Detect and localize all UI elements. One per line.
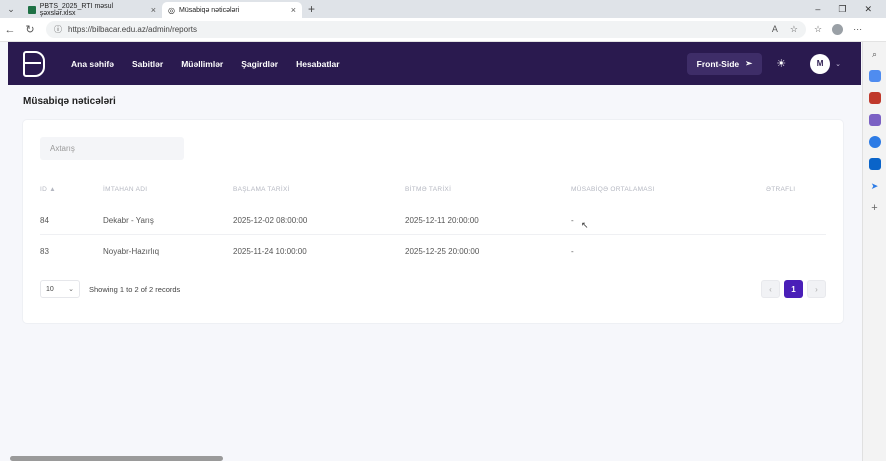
page-title: Müsabiqə nəticələri [23,96,116,107]
more-menu-icon[interactable]: ⋯ [853,24,862,35]
logo[interactable] [23,50,45,77]
front-side-label: Front-Side [696,58,740,69]
tab-title: Müsabiqə nəticələri [178,6,240,14]
menu-item-teachers[interactable]: Müəllimlər [181,59,223,69]
cell-exam-name: Dekabr - Yarış [103,216,154,225]
app-navbar: Ana səhifə Sabitlər Müəllimlər Şagirdlər… [8,42,861,85]
search-icon[interactable]: ⌕ [869,48,881,60]
close-icon[interactable]: × [291,5,296,15]
next-page-button[interactable]: › [807,280,826,298]
chevron-down-icon: ⌄ [68,286,74,293]
column-header-exam-name[interactable]: İMTAHAN ADI [103,186,147,193]
url-field[interactable]: ⓘ https://bilbacar.edu.az/admin/reports … [46,21,806,38]
favorites-icon[interactable]: ☆ [814,24,822,35]
address-bar: ← ↻ ⓘ https://bilbacar.edu.az/admin/repo… [0,18,886,42]
site-info-icon[interactable]: ⓘ [54,24,62,35]
column-header-start-date[interactable]: BAŞLAMA TARİXİ [233,186,290,193]
avatar[interactable]: M [810,53,831,74]
new-tab-icon[interactable]: + [308,2,315,18]
browser-toolbar: ☆ ⋯ [814,24,862,35]
cell-start-date: 2025-11-24 10:00:00 [233,247,307,256]
tab-list-chevron-icon[interactable]: ⌄ [0,0,22,18]
results-card: ID ▲ İMTAHAN ADI BAŞLAMA TARİXİ BİTMƏ TA… [23,120,843,323]
reload-icon[interactable]: ↻ [20,23,40,36]
search-input[interactable] [40,137,184,160]
excel-icon [28,6,36,14]
paper-plane-icon: ➢ [745,58,753,68]
send-icon[interactable]: ➤ [869,180,881,192]
page-size-value: 10 [46,285,54,293]
tag-icon[interactable] [868,70,881,82]
globe-icon: ◎ [168,5,175,15]
column-header-details[interactable]: ƏTRAFLI [766,186,795,193]
tab-title: PBTS_2025_RTI məsul şəxslər.xlsx [39,3,114,17]
cell-id: 84 [40,216,49,225]
close-icon[interactable]: × [151,5,156,15]
mouse-cursor-icon: ↖ [581,220,589,230]
cell-start-date: 2025-12-02 08:00:00 [233,216,308,225]
favorite-star-icon[interactable]: ☆ [790,24,798,35]
minimize-icon[interactable]: – [815,4,820,14]
people-icon[interactable] [868,114,881,126]
cell-end-date: 2025-12-11 20:00:00 [405,216,479,225]
back-arrow-icon[interactable]: ← [0,24,20,36]
add-icon[interactable]: + [869,202,881,214]
profile-icon[interactable] [832,24,844,35]
browser-tab-bar: ⌄ PBTS_2025_RTI məsul şəxslər.xlsx × ◎ M… [0,0,886,18]
cell-id: 83 [40,247,49,256]
main-menu: Ana səhifə Sabitlər Müəllimlər Şagirdlər… [71,59,340,69]
current-page-button[interactable]: 1 [784,280,803,298]
column-header-average[interactable]: MÜSABİQƏ ORTALAMASI [571,186,655,193]
browser-tab-excel[interactable]: PBTS_2025_RTI məsul şəxslər.xlsx × [22,2,162,18]
table-row[interactable]: 84 Dekabr - Yarış 2025-12-02 08:00:00 20… [40,204,826,235]
menu-item-students[interactable]: Şagirdlər [241,59,278,69]
column-header-end-date[interactable]: BİTMƏ TARİXİ [405,186,451,193]
cell-exam-name: Noyabr-Hazırlıq [103,247,160,256]
records-info: Showing 1 to 2 of 2 records [89,285,181,294]
horizontal-scrollbar[interactable] [10,456,223,461]
menu-item-reports[interactable]: Hesabatlar [296,59,339,69]
cell-average: - [571,247,574,256]
restore-icon[interactable]: ❐ [838,4,846,15]
copilot-icon[interactable] [868,136,881,148]
chevron-down-icon[interactable]: ⌄ [835,60,841,68]
url-actions: A ☆ [772,24,798,35]
page-size-select[interactable]: 10 ⌄ [40,280,80,298]
front-side-button[interactable]: Front-Side ➢ [686,52,763,75]
menu-item-home[interactable]: Ana səhifə [71,59,114,69]
theme-toggle-sun-icon[interactable]: ☀ [776,57,786,70]
read-aloud-icon[interactable]: A [772,24,778,35]
url-text: https://bilbacar.edu.az/admin/reports [68,25,197,34]
column-header-id[interactable]: ID ▲ [40,186,56,193]
outlook-icon[interactable] [868,158,881,170]
close-window-icon[interactable]: ✕ [864,4,872,15]
table-row[interactable]: 83 Noyabr-Hazırlıq 2025-11-24 10:00:00 2… [40,235,826,266]
briefcase-icon[interactable] [868,92,881,104]
prev-page-button[interactable]: ‹ [761,280,780,298]
browser-sidebar: ⌕ ➤ + [862,42,886,461]
cell-average: - [571,216,574,225]
browser-tab-reports[interactable]: ◎ Müsabiqə nəticələri × [162,2,302,18]
menu-item-constants[interactable]: Sabitlər [132,59,163,69]
window-controls: – ❐ ✕ [815,0,886,18]
cell-end-date: 2025-12-25 20:00:00 [405,247,480,256]
